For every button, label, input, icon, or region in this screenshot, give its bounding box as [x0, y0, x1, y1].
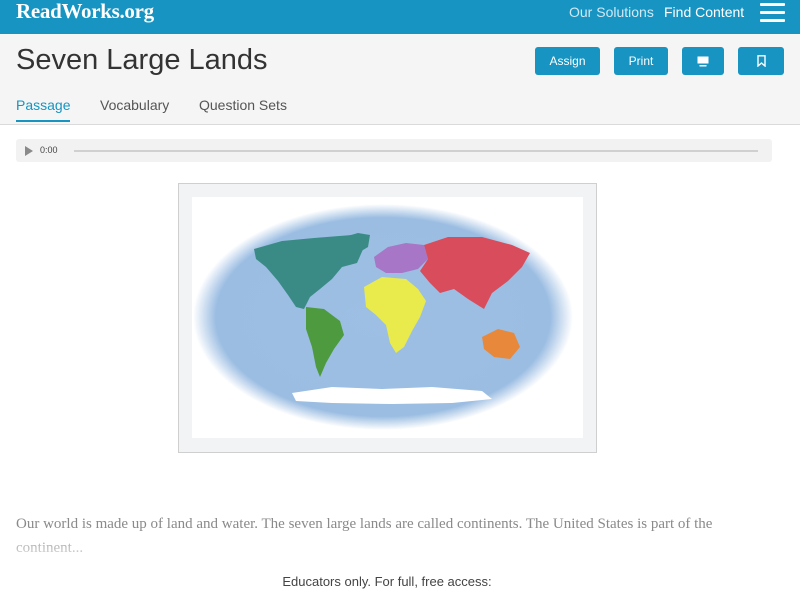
bookmark-button[interactable] [738, 47, 784, 75]
tab-vocabulary[interactable]: Vocabulary [100, 97, 169, 113]
readworks-logo[interactable]: ReadWorks.org [16, 0, 154, 22]
nav-find-content[interactable]: Find Content [664, 4, 744, 20]
page-header: Seven Large Lands Assign Print Passage V… [0, 34, 800, 125]
print-button[interactable]: Print [614, 47, 668, 75]
audio-progress-track[interactable] [74, 150, 758, 152]
top-nav-bar: ReadWorks.org Our Solutions Find Content [0, 0, 800, 34]
play-icon[interactable] [25, 146, 33, 156]
hamburger-menu-icon[interactable] [760, 3, 785, 22]
world-continents-map [193, 204, 573, 430]
bookmark-icon [756, 55, 766, 67]
assign-button[interactable]: Assign [535, 47, 600, 75]
text-fade-overlay [0, 530, 800, 566]
monitor-icon [697, 56, 709, 66]
audio-time: 0:00 [40, 145, 58, 155]
nav-our-solutions[interactable]: Our Solutions [569, 4, 654, 20]
antarctica-shape [292, 387, 492, 404]
passage-figure [178, 183, 597, 453]
audio-player: 0:00 [16, 139, 772, 162]
tab-question-sets[interactable]: Question Sets [199, 97, 287, 113]
tab-passage[interactable]: Passage [16, 97, 71, 122]
page-title: Seven Large Lands [16, 44, 268, 76]
figure-canvas [192, 197, 583, 438]
present-button[interactable] [682, 47, 724, 75]
